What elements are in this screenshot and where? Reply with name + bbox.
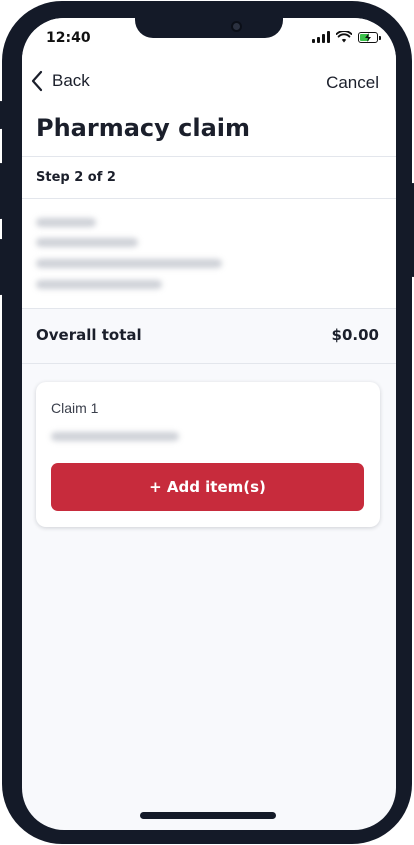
divider-total-top bbox=[22, 308, 396, 309]
redacted-line bbox=[36, 218, 96, 227]
back-label: Back bbox=[52, 71, 90, 90]
home-indicator bbox=[140, 812, 276, 819]
chevron-left-icon bbox=[31, 70, 43, 92]
total-label: Overall total bbox=[36, 326, 142, 344]
claim-title: Claim 1 bbox=[51, 400, 99, 416]
divider-top bbox=[22, 156, 396, 157]
divider-total-bottom bbox=[22, 363, 396, 364]
redacted-line bbox=[36, 238, 138, 247]
back-button[interactable]: Back bbox=[30, 70, 90, 92]
camera-icon bbox=[231, 21, 242, 32]
silent-switch bbox=[0, 101, 3, 129]
notch bbox=[135, 18, 283, 38]
wifi-icon bbox=[336, 31, 352, 43]
redacted-line bbox=[36, 259, 222, 268]
cancel-button[interactable]: Cancel bbox=[326, 73, 379, 93]
page-title: Pharmacy claim bbox=[36, 114, 251, 142]
volume-down-button bbox=[0, 239, 3, 295]
status-icons bbox=[312, 30, 381, 44]
claim-card: Claim 1 + Add item(s) bbox=[36, 382, 380, 527]
overall-total-row: Overall total $0.00 bbox=[36, 326, 379, 344]
redacted-line bbox=[36, 280, 162, 289]
battery-charging-icon bbox=[358, 31, 381, 43]
add-items-button[interactable]: + Add item(s) bbox=[51, 463, 364, 511]
step-indicator: Step 2 of 2 bbox=[36, 170, 116, 185]
volume-up-button bbox=[0, 163, 3, 219]
divider-step bbox=[22, 198, 396, 199]
screen: 12:40 Back Cancel Pharmacy claim Step 2 … bbox=[22, 18, 396, 830]
redacted-claim-detail bbox=[51, 432, 179, 441]
signal-icon bbox=[312, 31, 330, 43]
status-time: 12:40 bbox=[46, 30, 91, 46]
total-value: $0.00 bbox=[331, 326, 379, 344]
phone-frame: 12:40 Back Cancel Pharmacy claim Step 2 … bbox=[0, 1, 414, 844]
